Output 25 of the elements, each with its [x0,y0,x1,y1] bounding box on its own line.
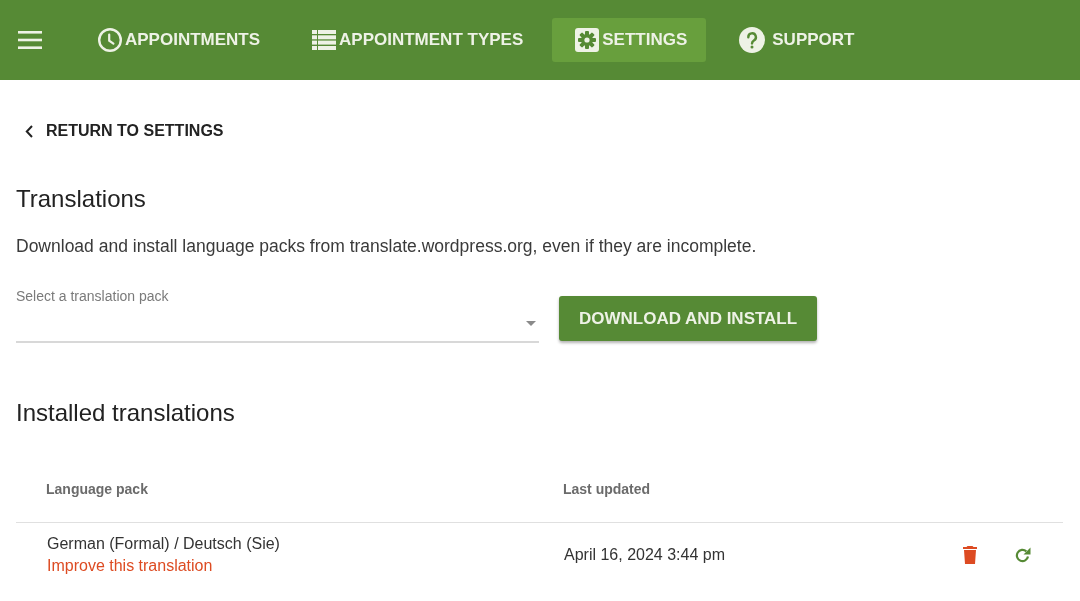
column-header: Language pack [45,480,149,497]
nav-tab[interactable]: SETTINGS [552,18,707,62]
refresh-icon [1013,546,1031,564]
table-icon [312,30,337,50]
menu-icon [18,31,42,49]
help-icon [739,27,766,53]
gear-icon [575,28,600,52]
nav-tab[interactable]: APPOINTMENTS [75,18,280,62]
trash-icon [963,546,977,564]
section-description: Download and install language packs from translate.wordpress.org, even if they are incomplete. [16,235,758,257]
back-link[interactable]: RETURN TO SETTINGS [16,116,224,146]
nav-tab[interactable]: SUPPORT [716,18,874,62]
chevron-left-icon [25,124,33,138]
download-install-button[interactable]: DOWNLOAD AND INSTALL [559,296,818,341]
menu-button[interactable] [18,28,42,52]
improve-translation-link[interactable]: Improve this translation [47,555,533,577]
last-updated-date: April 16, 2024 3:44 pm [563,546,726,564]
section-title: Translations [16,184,147,214]
language-pack-name: German (Formal) / Deutsch (Sie) [47,534,281,554]
section-title: Installed translations [16,398,236,428]
dropdown-caret-icon [526,320,536,326]
select-label: Select a translation pack [16,287,170,305]
column-header: Last updated [562,480,652,497]
nav-tab[interactable]: APPOINTMENT TYPES [289,18,543,62]
clock-icon [98,28,122,52]
